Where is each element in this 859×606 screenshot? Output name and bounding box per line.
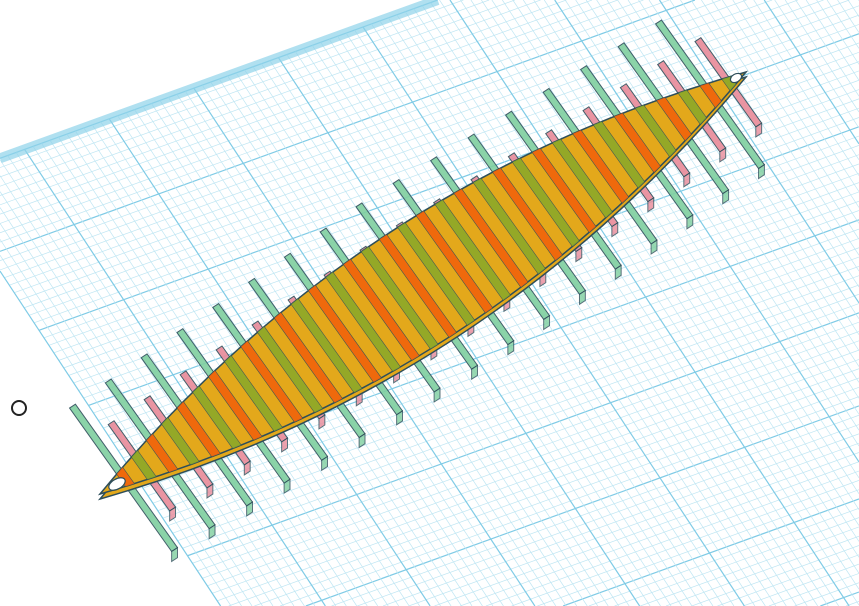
grid-line xyxy=(279,396,859,606)
circle-marker-icon[interactable] xyxy=(11,400,27,416)
grid-line xyxy=(795,0,859,97)
grid-line xyxy=(691,545,859,606)
grid-line xyxy=(460,0,859,606)
grid-line xyxy=(0,0,464,168)
grid-line xyxy=(523,0,859,510)
grid-line xyxy=(743,563,859,606)
workplane-scene[interactable] xyxy=(0,0,859,606)
grid-line xyxy=(816,0,859,65)
grid-line xyxy=(554,0,859,463)
lens-base[interactable] xyxy=(57,0,797,569)
grid-line xyxy=(820,591,859,606)
grid-line xyxy=(847,0,859,17)
grid-line xyxy=(0,0,541,196)
grid-line xyxy=(711,0,859,224)
grid-line xyxy=(774,0,859,129)
grid-line xyxy=(305,405,859,606)
grid-line xyxy=(0,0,567,206)
grid-line xyxy=(617,0,859,367)
grid-line xyxy=(638,0,859,335)
grid-line xyxy=(434,452,859,606)
3d-workplane-viewport[interactable] xyxy=(0,0,859,606)
grid-line xyxy=(658,0,859,304)
grid-line xyxy=(511,480,859,606)
grid-line xyxy=(0,0,490,178)
workplane-edge xyxy=(0,0,440,163)
grid-line xyxy=(485,470,859,606)
grid-line xyxy=(690,0,859,256)
